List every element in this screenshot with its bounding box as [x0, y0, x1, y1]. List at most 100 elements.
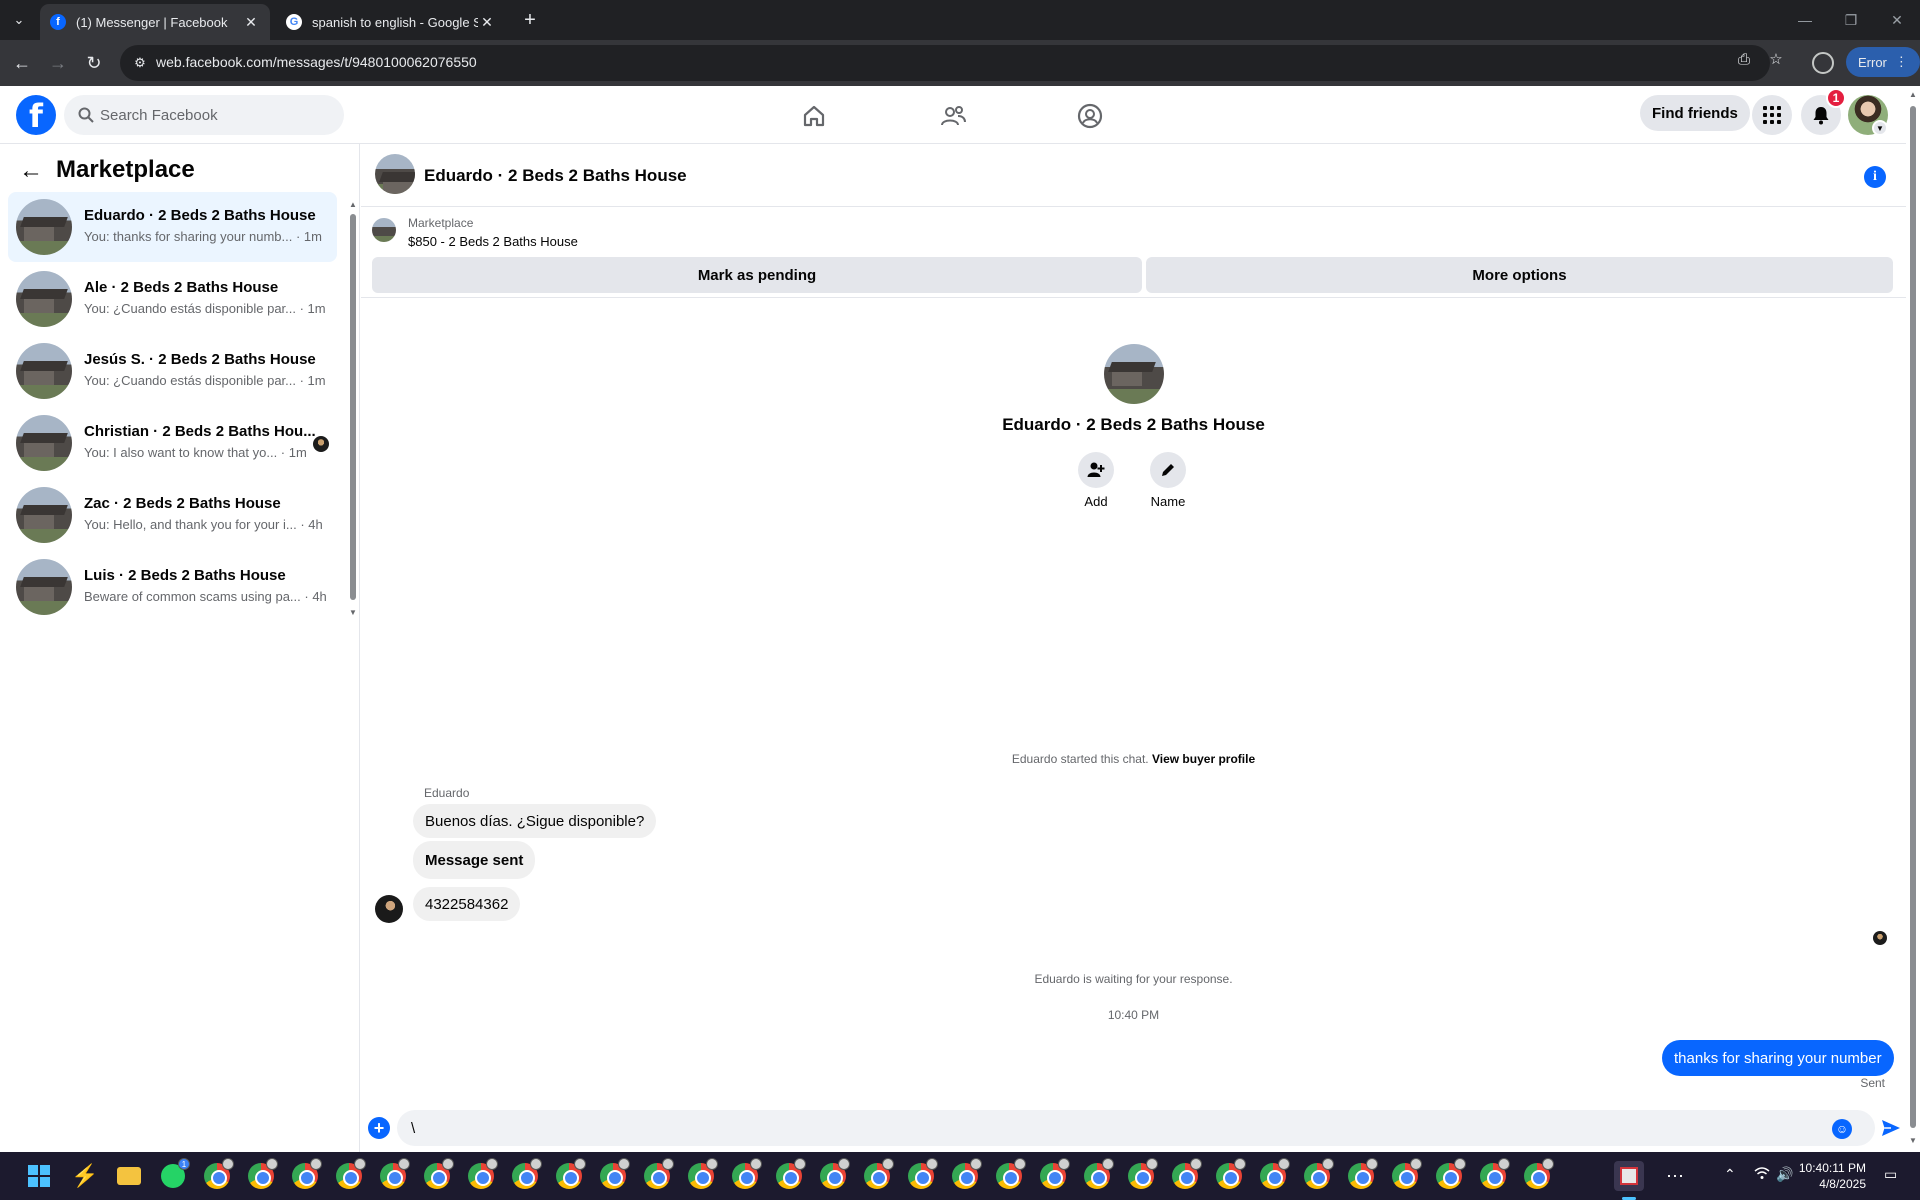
snipping-tool-icon[interactable]: [1614, 1161, 1644, 1191]
sender-avatar[interactable]: [375, 895, 403, 923]
chrome-profile-icon[interactable]: [774, 1158, 806, 1191]
install-app-icon[interactable]: ⎙: [1734, 49, 1754, 69]
chrome-profile-icon[interactable]: [1082, 1158, 1114, 1191]
nav-friends-icon[interactable]: [897, 90, 1009, 142]
chrome-profile-icon[interactable]: [1214, 1158, 1246, 1191]
chrome-profile-icon[interactable]: [686, 1158, 718, 1191]
chrome-profile-icon[interactable]: [422, 1158, 454, 1191]
info-icon[interactable]: i: [1864, 166, 1886, 188]
chrome-profile-icon[interactable]: [202, 1158, 234, 1191]
close-tab-icon[interactable]: ✕: [242, 13, 260, 31]
page-scrollbar[interactable]: ▲ ▼: [1906, 86, 1920, 1152]
url-text[interactable]: web.facebook.com/messages/t/948010006207…: [156, 54, 477, 70]
chrome-profile-icon[interactable]: [246, 1158, 278, 1191]
forward-icon[interactable]: →: [44, 49, 72, 77]
scroll-up-icon[interactable]: ▲: [349, 200, 357, 209]
notification-center-icon[interactable]: ▭: [1884, 1166, 1897, 1183]
volume-icon[interactable]: 🔊: [1776, 1166, 1793, 1183]
pencil-icon[interactable]: [1150, 452, 1186, 488]
tab-google-search[interactable]: G spanish to english - Google Sea ✕: [276, 4, 506, 40]
scroll-down-icon[interactable]: ▼: [1909, 1136, 1917, 1145]
address-bar[interactable]: ⚙ web.facebook.com/messages/t/9480100062…: [120, 45, 1770, 81]
tab-messenger[interactable]: f (1) Messenger | Facebook ✕: [40, 4, 270, 40]
windows-start-icon[interactable]: [28, 1165, 50, 1187]
nav-profile-icon[interactable]: [1034, 90, 1146, 142]
reload-icon[interactable]: ↻: [80, 49, 108, 77]
profile-error-button[interactable]: Error ⋮: [1846, 47, 1920, 77]
chrome-profile-icon[interactable]: [1522, 1158, 1554, 1191]
bookmark-star-icon[interactable]: ☆: [1766, 49, 1786, 69]
lightning-app-icon[interactable]: ⚡: [70, 1161, 100, 1191]
tab-search-chevron-icon[interactable]: ⌄: [6, 8, 32, 32]
add-contact-action[interactable]: Add: [1066, 452, 1126, 509]
incoming-message[interactable]: Message sent: [413, 841, 536, 879]
conversation-item[interactable]: Zac · 2 Beds 2 Baths House You: Hello, a…: [8, 480, 337, 550]
conversation-item[interactable]: Luis · 2 Beds 2 Baths House Beware of co…: [8, 552, 337, 622]
chrome-profile-icon[interactable]: [994, 1158, 1026, 1191]
chrome-profile-icon[interactable]: [378, 1158, 410, 1191]
new-tab-icon[interactable]: +: [518, 8, 542, 32]
whatsapp-icon[interactable]: 1: [158, 1158, 190, 1191]
nav-home-icon[interactable]: [758, 90, 870, 142]
incoming-message[interactable]: Buenos días. ¿Sigue disponible?: [413, 804, 657, 838]
chrome-profile-icon[interactable]: [1346, 1158, 1378, 1191]
more-actions-plus-icon[interactable]: +: [368, 1117, 390, 1139]
send-icon[interactable]: [1879, 1116, 1903, 1140]
chrome-profile-icon[interactable]: [466, 1158, 498, 1191]
chrome-profile-icon[interactable]: [906, 1158, 938, 1191]
back-icon[interactable]: ←: [8, 49, 36, 77]
account-chevron-icon[interactable]: ▼: [1872, 120, 1888, 136]
chrome-profile-icon[interactable]: [818, 1158, 850, 1191]
chrome-profile-icon[interactable]: [1170, 1158, 1202, 1191]
chrome-profile-icon[interactable]: [862, 1158, 894, 1191]
back-arrow-icon[interactable]: ←: [18, 157, 44, 184]
conversation-item[interactable]: Ale · 2 Beds 2 Baths House You: ¿Cuando …: [8, 264, 337, 334]
chrome-profile-icon[interactable]: [950, 1158, 982, 1191]
mark-as-pending-button[interactable]: Mark as pending: [372, 257, 1142, 293]
chrome-profile-icon[interactable]: [1390, 1158, 1422, 1191]
incoming-message[interactable]: 4322584362: [413, 887, 521, 921]
conversation-item[interactable]: Christian · 2 Beds 2 Baths Hou... You: I…: [8, 408, 337, 478]
find-friends-button[interactable]: Find friends: [1640, 95, 1750, 131]
file-explorer-icon[interactable]: [114, 1161, 144, 1191]
chrome-profile-icon[interactable]: [334, 1158, 366, 1191]
chrome-profile-icon[interactable]: [598, 1158, 630, 1191]
minimize-icon[interactable]: —: [1782, 0, 1828, 40]
wifi-icon[interactable]: [1754, 1166, 1770, 1183]
chrome-profile-icon[interactable]: [1038, 1158, 1070, 1191]
scrollbar-thumb[interactable]: [1910, 106, 1916, 1128]
site-info-icon[interactable]: ⚙: [130, 53, 150, 73]
chrome-profile-icon[interactable]: [1478, 1158, 1510, 1191]
chrome-profile-icon[interactable]: [1434, 1158, 1466, 1191]
add-person-icon[interactable]: [1078, 452, 1114, 488]
chrome-profile-icon[interactable]: [554, 1158, 586, 1191]
chrome-profile-icon[interactable]: [290, 1158, 322, 1191]
conversation-item[interactable]: Eduardo · 2 Beds 2 Baths House You: than…: [8, 192, 337, 262]
chrome-profile-icon[interactable]: [1258, 1158, 1290, 1191]
message-input[interactable]: [397, 1110, 1875, 1146]
taskbar-clock[interactable]: 10:40:11 PM 4/8/2025: [1796, 1160, 1866, 1192]
chrome-profile-icon[interactable]: [1126, 1158, 1158, 1191]
sidebar-scrollbar[interactable]: ▲ ▼: [349, 200, 357, 620]
listing-thumbnail[interactable]: [372, 218, 396, 242]
browser-profile-icon[interactable]: [1812, 52, 1834, 74]
scroll-up-icon[interactable]: ▲: [1909, 90, 1917, 99]
chrome-profile-icon[interactable]: [510, 1158, 542, 1191]
view-buyer-profile-link[interactable]: View buyer profile: [1152, 752, 1255, 766]
chat-title[interactable]: Eduardo · 2 Beds 2 Baths House: [424, 166, 687, 186]
facebook-logo-icon[interactable]: f: [16, 95, 56, 135]
outgoing-message[interactable]: thanks for sharing your number: [1662, 1040, 1894, 1076]
conversation-item[interactable]: Jesús S. · 2 Beds 2 Baths House You: ¿Cu…: [8, 336, 337, 406]
window-close-icon[interactable]: ✕: [1874, 0, 1920, 40]
chrome-profile-icon[interactable]: [1302, 1158, 1334, 1191]
close-tab-icon[interactable]: ✕: [478, 13, 496, 31]
chat-avatar[interactable]: [375, 154, 415, 194]
more-options-button[interactable]: More options: [1146, 257, 1893, 293]
facebook-search[interactable]: [64, 95, 344, 135]
menu-grid-icon[interactable]: [1752, 95, 1792, 135]
chrome-profile-icon[interactable]: [730, 1158, 762, 1191]
more-apps-icon[interactable]: ⋯: [1660, 1161, 1690, 1191]
search-input[interactable]: [100, 95, 330, 135]
tray-chevron-icon[interactable]: ⌃: [1724, 1166, 1736, 1183]
listing-price-title[interactable]: $850 - 2 Beds 2 Baths House: [408, 234, 578, 249]
